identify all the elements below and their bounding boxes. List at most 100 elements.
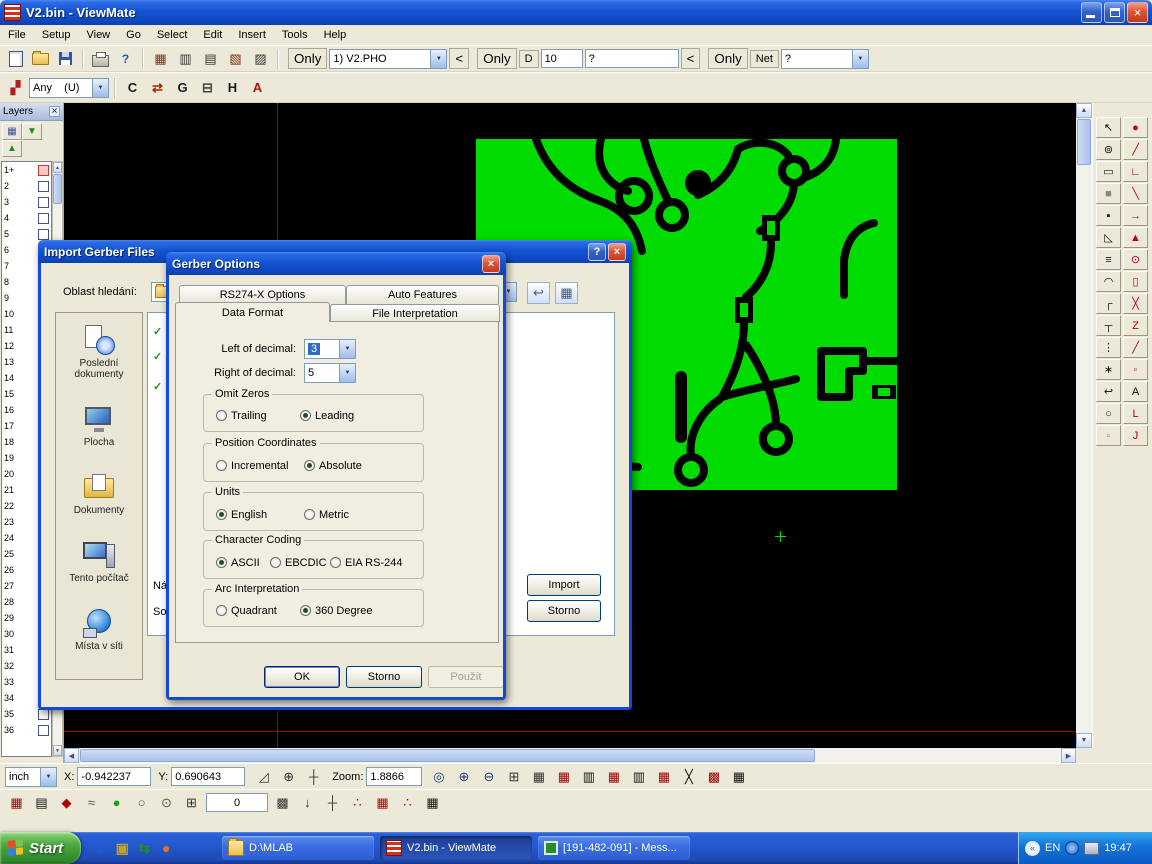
tool-button[interactable]: ╳ (1123, 293, 1148, 314)
taskbar-task-explorer[interactable]: D:\MLAB (222, 836, 374, 860)
layer-row[interactable]: 3 (2, 194, 51, 210)
view-tool-button[interactable]: ⊕ (452, 766, 475, 788)
grid-tool-button[interactable]: ∴ (396, 792, 419, 814)
aperture-tool-button[interactable]: ▦ (149, 48, 172, 70)
scroll-thumb[interactable] (1077, 119, 1091, 165)
scroll-up-icon[interactable]: ▲ (1076, 103, 1092, 118)
save-file-button[interactable] (54, 48, 77, 70)
quicklaunch-icon[interactable]: e (89, 836, 111, 860)
snap-tool-button[interactable]: ● (105, 792, 128, 814)
tray-app-icon[interactable] (1065, 841, 1079, 855)
tool-button[interactable]: ≡ (1096, 249, 1121, 270)
tool-button[interactable]: ⊚ (1096, 139, 1121, 160)
coordinate-tool-button[interactable]: ┼ (302, 766, 325, 788)
view-tool-button[interactable]: ⊞ (502, 766, 525, 788)
layer-color-swatch[interactable] (38, 165, 49, 176)
tool-button[interactable]: ▯ (1123, 271, 1148, 292)
tool-button[interactable]: ○ (1096, 403, 1121, 424)
tool-button[interactable]: ⊙ (1123, 249, 1148, 270)
tool-button[interactable]: ▪ (1096, 205, 1121, 226)
grid-value-input[interactable]: 0 (206, 793, 268, 812)
apply-button[interactable]: Použít (428, 666, 503, 688)
tool-button[interactable]: ╱ (1123, 139, 1148, 160)
grid-tool-button[interactable]: ▦ (421, 792, 444, 814)
edit-tool-button[interactable]: A (246, 77, 269, 99)
print-button[interactable] (89, 48, 112, 70)
edit-tool-button[interactable]: C (121, 77, 144, 99)
maximize-button[interactable] (1104, 2, 1125, 23)
scroll-left-icon[interactable]: ◀ (64, 748, 79, 763)
grid-tool-button[interactable]: ▩ (271, 792, 294, 814)
tool-button[interactable]: ⋮ (1096, 337, 1121, 358)
menu-item[interactable]: Edit (195, 26, 230, 44)
layer-color-swatch[interactable] (38, 709, 49, 720)
radio-metric[interactable]: Metric (304, 508, 349, 521)
layers-tool-button[interactable]: ▼ (22, 123, 42, 140)
views-button[interactable]: ▦ (555, 282, 578, 304)
left-of-decimal-combo[interactable]: 3 ▼ (304, 339, 356, 359)
layers-close-button[interactable]: × (49, 106, 60, 117)
tool-button[interactable]: ╱ (1123, 337, 1148, 358)
select-filter-combo[interactable]: Any (U) ▼ (29, 78, 109, 98)
tool-button[interactable]: ┬ (1096, 315, 1121, 336)
step-back-button-2[interactable]: < (681, 48, 701, 69)
view-tool-button[interactable]: ▦ (527, 766, 550, 788)
snap-tool-button[interactable]: ▤ (30, 792, 53, 814)
gerber-dialog-titlebar[interactable]: Gerber Options × (166, 252, 506, 275)
tool-button[interactable]: ● (1123, 117, 1148, 138)
new-file-button[interactable] (4, 48, 27, 70)
layer-color-swatch[interactable] (38, 213, 49, 224)
tool-button[interactable]: ∟ (1123, 161, 1148, 182)
tool-button[interactable]: → (1123, 205, 1148, 226)
snap-tool-button[interactable]: ▦ (5, 792, 28, 814)
menu-item[interactable]: Help (316, 26, 355, 44)
layer-color-swatch[interactable] (38, 229, 49, 240)
taskbar-task-messenger[interactable]: [191-482-091] - Mess... (538, 836, 690, 860)
dcode-filter-input[interactable]: ? (585, 49, 679, 68)
tool-button[interactable]: ■ (1096, 183, 1121, 204)
active-layer-combo[interactable]: 1) V2.PHO ▼ (329, 49, 447, 69)
tool-button[interactable]: J (1123, 425, 1148, 446)
close-button[interactable]: × (1127, 2, 1148, 23)
quicklaunch-icon[interactable]: ● (155, 836, 177, 860)
scroll-right-icon[interactable]: ▶ (1061, 748, 1076, 763)
tool-button[interactable]: ↩ (1096, 381, 1121, 402)
y-coordinate-input[interactable]: 0.690643 (171, 767, 245, 786)
tab-auto-features[interactable]: Auto Features (346, 285, 499, 304)
canvas-vscrollbar[interactable]: ▲ ▼ (1076, 103, 1092, 748)
layers-tool-button[interactable]: ▲ (2, 140, 22, 157)
tool-button[interactable]: ◠ (1096, 271, 1121, 292)
layer-row[interactable]: 2 (2, 178, 51, 194)
menu-item[interactable]: Select (149, 26, 196, 44)
edit-tool-button[interactable]: ⇄ (146, 77, 169, 99)
layer-row[interactable]: 4 (2, 210, 51, 226)
menu-item[interactable]: Insert (230, 26, 274, 44)
place-desktop[interactable]: Plocha (57, 404, 141, 448)
menu-item[interactable]: Tools (274, 26, 316, 44)
zoom-input[interactable]: 1.8866 (366, 767, 422, 786)
scroll-thumb[interactable] (53, 174, 62, 204)
aperture-tool-button[interactable]: ▨ (249, 48, 272, 70)
canvas-hscrollbar[interactable]: ◀ ▶ (64, 748, 1076, 763)
step-back-button[interactable]: < (449, 48, 469, 69)
tool-button[interactable]: ▭ (1096, 161, 1121, 182)
view-tool-button[interactable]: ╳ (677, 766, 700, 788)
only-net-toggle[interactable]: Only (708, 48, 747, 69)
import-cancel-button[interactable]: Storno (527, 600, 601, 622)
minimize-button[interactable] (1081, 2, 1102, 23)
title-bar[interactable]: V2.bin - ViewMate × (0, 0, 1152, 25)
grid-tool-button[interactable]: ┼ (321, 792, 344, 814)
view-tool-button[interactable]: ◎ (427, 766, 450, 788)
grid-tool-button[interactable]: ↓ (296, 792, 319, 814)
layer-row[interactable]: 36 (2, 722, 51, 738)
tool-button[interactable]: ◺ (1096, 227, 1121, 248)
place-recent-documents[interactable]: Poslední dokumenty (57, 325, 141, 380)
tool-button[interactable]: ╲ (1123, 183, 1148, 204)
view-tool-button[interactable]: ▥ (627, 766, 650, 788)
snap-tool-button[interactable]: ⊙ (155, 792, 178, 814)
tool-button[interactable]: Z (1123, 315, 1148, 336)
x-coordinate-input[interactable]: -0.942237 (77, 767, 151, 786)
tool-button[interactable]: A (1123, 381, 1148, 402)
net-combo[interactable]: ? ▼ (781, 49, 869, 69)
tab-file-interpretation[interactable]: File Interpretation (330, 304, 500, 322)
